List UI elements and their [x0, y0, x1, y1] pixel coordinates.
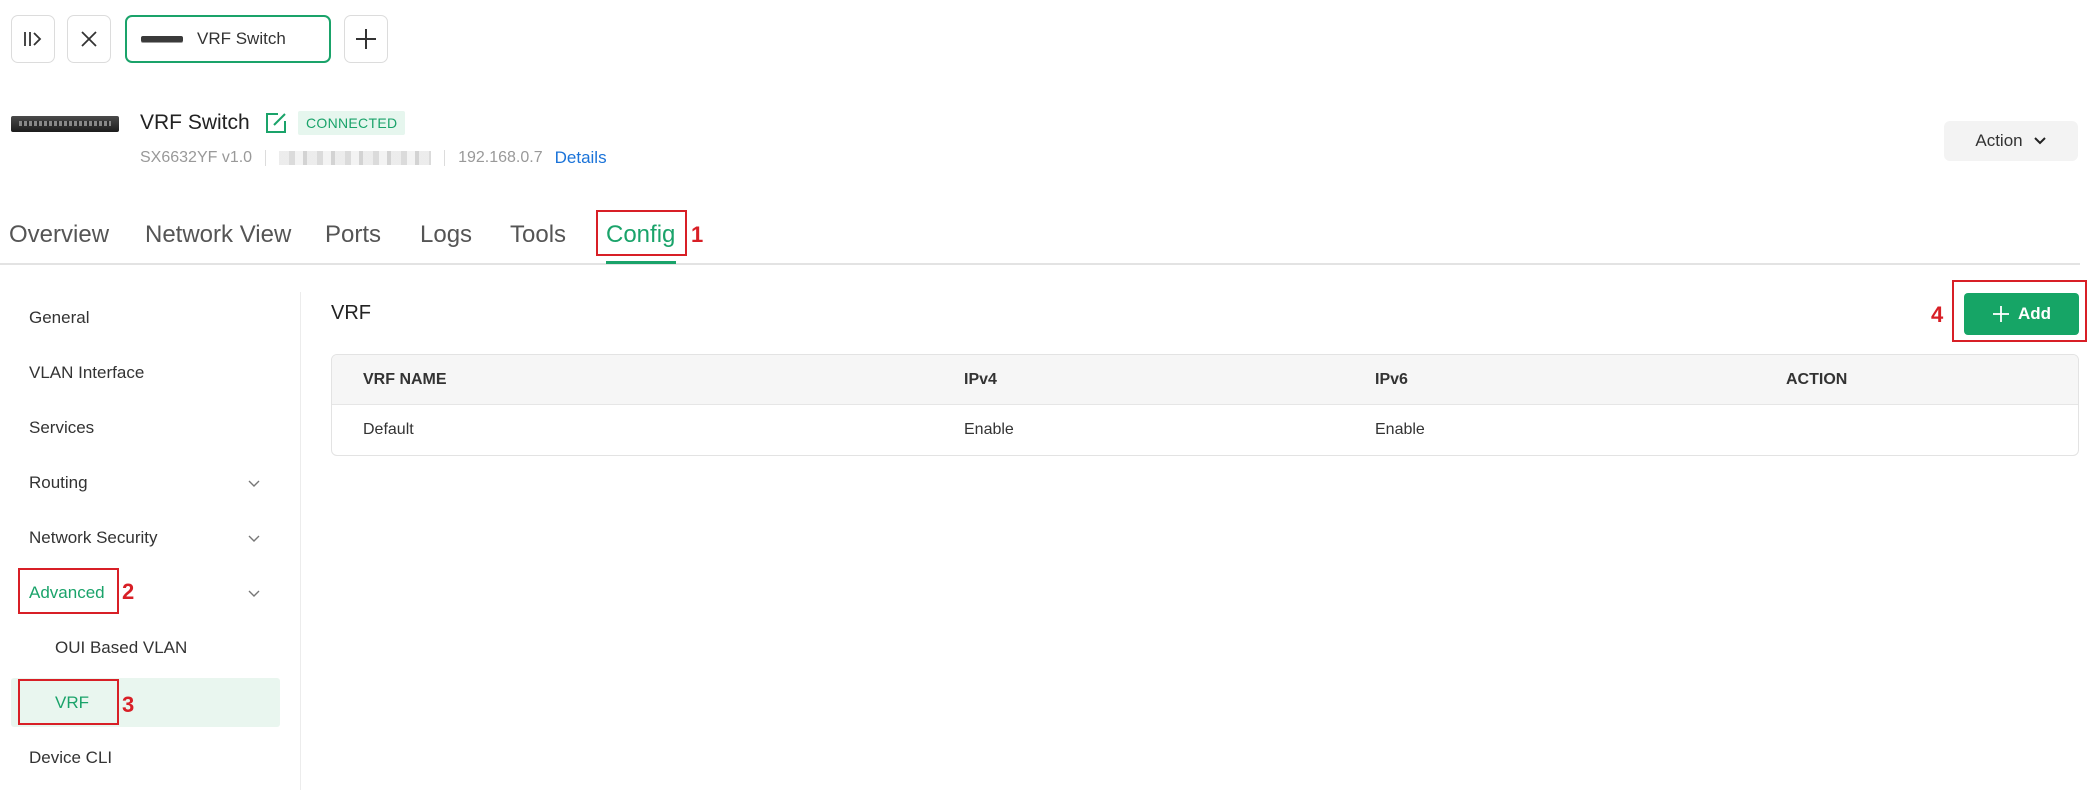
- sidebar-item-routing[interactable]: Routing: [29, 470, 88, 496]
- device-name: VRF Switch: [140, 111, 250, 134]
- device-mac-redacted: [279, 151, 432, 165]
- status-badge: CONNECTED: [298, 111, 406, 135]
- close-icon: [81, 31, 97, 47]
- tab-network-view[interactable]: Network View: [145, 221, 291, 249]
- tab-overview[interactable]: Overview: [9, 221, 109, 249]
- active-tab-indicator: [606, 261, 676, 264]
- sidebar-divider: [300, 292, 301, 790]
- cell-ipv4: Enable: [964, 421, 1014, 438]
- sidebar-toggle-icon: [24, 32, 42, 46]
- column-header-action: ACTION: [1786, 371, 1848, 388]
- main-tabs: Overview Network View Ports Logs Tools C…: [0, 215, 2080, 265]
- column-header-vrf-name[interactable]: VRF NAME: [363, 355, 447, 405]
- tab-logs[interactable]: Logs: [420, 221, 472, 249]
- tab-ports[interactable]: Ports: [325, 221, 381, 249]
- sidebar-item-network-security[interactable]: Network Security: [29, 525, 157, 551]
- page-title: VRF: [331, 302, 371, 324]
- new-tab-button[interactable]: [344, 15, 388, 63]
- device-ip: 192.168.0.7: [458, 149, 543, 166]
- cell-ipv6: Enable: [1375, 421, 1425, 438]
- chevron-down-icon: [2033, 137, 2046, 145]
- column-header-ipv4[interactable]: IPv4: [964, 355, 997, 405]
- sidebar-item-device-cli[interactable]: Device CLI: [29, 745, 112, 771]
- device-image: [11, 116, 119, 132]
- chevron-down-icon[interactable]: [247, 531, 261, 545]
- sidebar-item-general[interactable]: General: [29, 305, 89, 331]
- cell-vrf-name: Default: [363, 421, 414, 438]
- edit-icon[interactable]: [264, 111, 288, 135]
- action-dropdown[interactable]: Action: [1944, 121, 2078, 161]
- device-meta: SX6632YF v1.0 192.168.0.7 Details: [140, 148, 607, 168]
- device-model: SX6632YF v1.0: [140, 149, 253, 166]
- vrf-table: VRF NAME IPv4 IPv6 ACTION Default Enable…: [331, 354, 2079, 456]
- annotation-box-3: [18, 679, 119, 725]
- annotation-number-3: 3: [122, 692, 135, 717]
- divider: [444, 150, 446, 166]
- device-tab-label: VRF Switch: [197, 29, 286, 48]
- annotation-number-1: 1: [691, 222, 704, 247]
- switch-device-icon: [141, 36, 183, 42]
- divider: [265, 150, 267, 166]
- annotation-number-2: 2: [122, 579, 135, 604]
- device-tab[interactable]: VRF Switch: [125, 15, 331, 63]
- annotation-number-4: 4: [1931, 302, 1944, 327]
- table-header: VRF NAME IPv4 IPv6 ACTION: [332, 355, 2078, 405]
- action-label: Action: [1975, 131, 2023, 150]
- details-link[interactable]: Details: [555, 148, 607, 168]
- tab-tools[interactable]: Tools: [510, 221, 566, 249]
- sidebar-subitem-oui-based-vlan[interactable]: OUI Based VLAN: [55, 635, 187, 661]
- sidebar-item-services[interactable]: Services: [29, 415, 94, 441]
- chevron-down-icon[interactable]: [247, 586, 261, 600]
- annotation-box-4: [1952, 280, 2087, 342]
- close-tab-button[interactable]: [67, 15, 111, 63]
- chevron-down-icon[interactable]: [247, 476, 261, 490]
- table-row[interactable]: Default Enable Enable: [332, 405, 2078, 455]
- plus-icon: [356, 29, 376, 49]
- annotation-box-2: [18, 568, 119, 614]
- column-header-ipv6[interactable]: IPv6: [1375, 355, 1408, 405]
- annotation-box-1: [596, 210, 687, 256]
- sidebar-toggle-button[interactable]: [11, 15, 55, 63]
- sidebar-item-vlan-interface[interactable]: VLAN Interface: [29, 360, 144, 386]
